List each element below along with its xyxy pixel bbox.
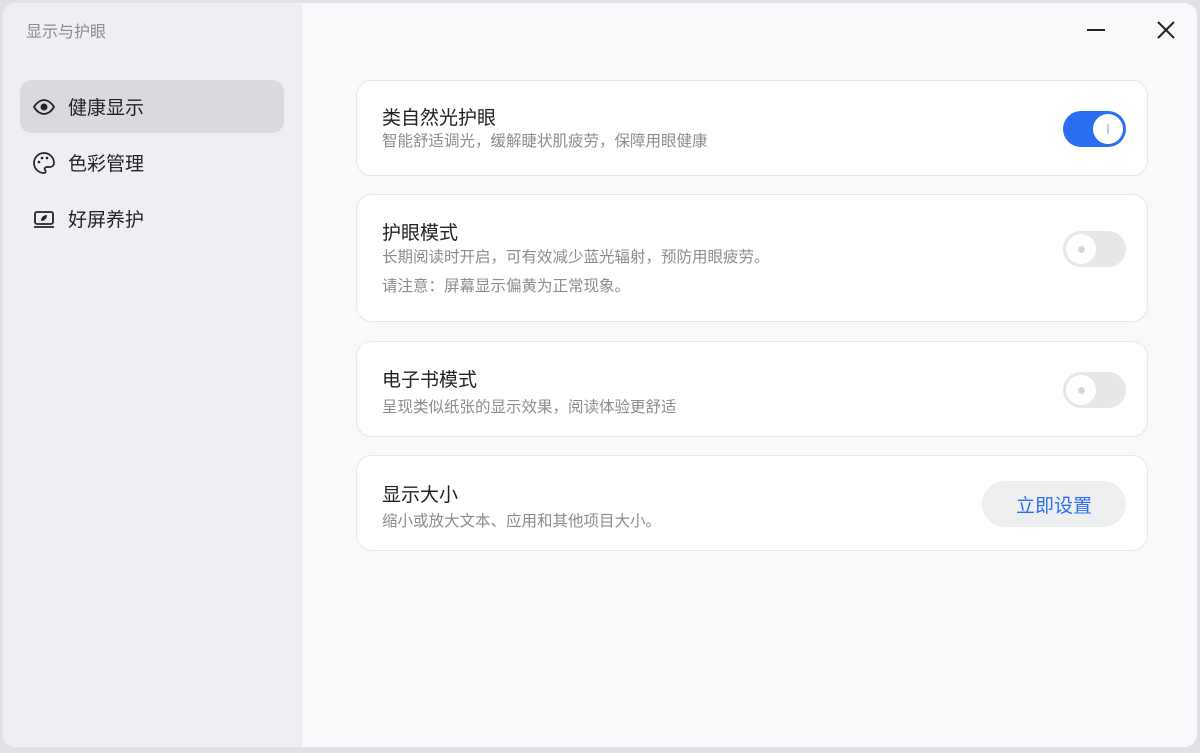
sidebar-item-screen-care[interactable]: 好屏养护 <box>20 192 284 245</box>
card-title: 显示大小 <box>382 484 459 506</box>
app-title: 显示与护眼 <box>26 22 107 41</box>
ebook-mode-toggle[interactable] <box>1063 372 1126 408</box>
set-now-button[interactable]: 立即设置 <box>982 481 1126 527</box>
close-button[interactable] <box>1151 15 1181 45</box>
card-title: 类自然光护眼 <box>382 107 497 129</box>
card-ebook-mode: 电子书模式 呈现类似纸张的显示效果，阅读体验更舒适 <box>356 341 1148 437</box>
card-desc: 长期阅读时开启，可有效减少蓝光辐射，预防用眼疲劳。 <box>382 248 770 266</box>
card-desc: 智能舒适调光，缓解睫状肌疲劳，保障用眼健康 <box>382 132 708 150</box>
sidebar-item-label: 好屏养护 <box>68 209 145 231</box>
sidebar-item-label: 色彩管理 <box>68 153 145 175</box>
sidebar-item-color-management[interactable]: 色彩管理 <box>20 136 284 189</box>
eye-protection-toggle[interactable] <box>1063 231 1126 267</box>
screen-care-icon <box>34 210 54 228</box>
card-title: 护眼模式 <box>382 222 459 244</box>
card-natural-light: 类自然光护眼 智能舒适调光，缓解睫状肌疲劳，保障用眼健康 <box>356 80 1148 176</box>
natural-light-toggle[interactable] <box>1063 111 1126 147</box>
minimize-button[interactable] <box>1081 15 1111 45</box>
card-desc: 缩小或放大文本、应用和其他项目大小。 <box>382 512 662 530</box>
sidebar-item-label: 健康显示 <box>68 97 145 119</box>
window: 显示与护眼 健康显示 色彩管理 好屏养护 类自然光护眼 智能舒适调光，缓解睫状肌… <box>2 2 1198 748</box>
eye-icon <box>32 98 56 115</box>
card-note: 请注意：屏幕显示偏黄为正常现象。 <box>382 277 631 295</box>
sidebar-item-health-display[interactable]: 健康显示 <box>20 80 284 133</box>
card-eye-protection: 护眼模式 长期阅读时开启，可有效减少蓝光辐射，预防用眼疲劳。 请注意：屏幕显示偏… <box>356 194 1148 322</box>
card-desc: 呈现类似纸张的显示效果，阅读体验更舒适 <box>382 398 677 416</box>
card-title: 电子书模式 <box>382 369 478 391</box>
card-display-size: 显示大小 缩小或放大文本、应用和其他项目大小。 立即设置 <box>356 455 1148 551</box>
sidebar: 显示与护眼 健康显示 色彩管理 好屏养护 <box>3 3 302 747</box>
palette-icon <box>33 151 55 174</box>
